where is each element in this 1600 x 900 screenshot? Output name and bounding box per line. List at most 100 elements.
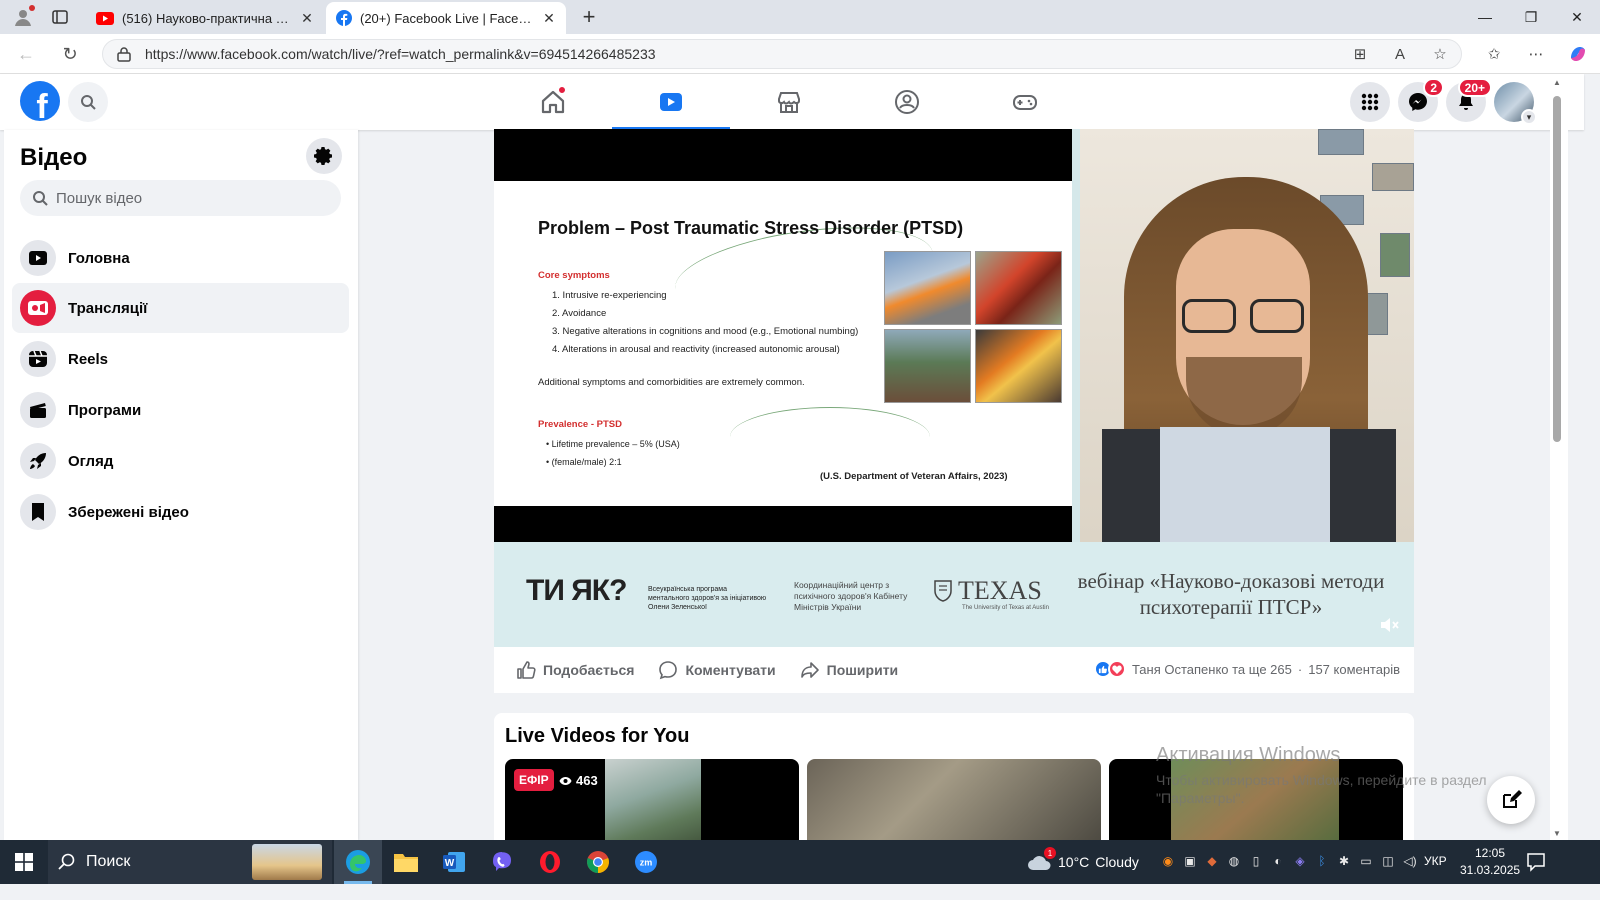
battery-icon[interactable]: ▭	[1358, 852, 1374, 870]
comments-count[interactable]: 157 коментарів	[1308, 662, 1400, 677]
taskbar-app-edge[interactable]	[334, 840, 382, 884]
taskbar-clock[interactable]: 12:05 31.03.2025	[1460, 845, 1520, 879]
video-settings-button[interactable]	[306, 138, 342, 174]
sidebar-item-label: Огляд	[68, 452, 114, 470]
notification-center-button[interactable]	[1526, 852, 1546, 872]
live-video-thumbnail[interactable]: ЕФІР 463	[505, 759, 799, 843]
sidebar-item-reels[interactable]: Reels	[12, 334, 349, 384]
taskbar-app-chrome[interactable]	[574, 840, 622, 884]
slide-additional-text: Additional symptoms and comorbidities ar…	[538, 377, 805, 388]
notifications-button[interactable]: 20+	[1446, 78, 1492, 122]
sidebar-item-explore[interactable]: Огляд	[12, 436, 349, 486]
tray-app-icon[interactable]: ◈	[1292, 852, 1308, 870]
groups-icon	[895, 90, 919, 114]
taskbar-app-viber[interactable]	[478, 840, 526, 884]
favorite-star-icon[interactable]: ☆	[1430, 44, 1450, 64]
share-button[interactable]: Поширити	[800, 660, 898, 680]
more-menu-icon[interactable]: ⋯	[1526, 44, 1546, 64]
live-video-player[interactable]: Problem – Post Traumatic Stress Disorder…	[494, 129, 1414, 647]
wall-strip	[1072, 129, 1080, 542]
clapperboard-icon	[20, 392, 56, 428]
scrollbar-thumb[interactable]	[1553, 96, 1561, 442]
minimize-button[interactable]: —	[1462, 0, 1508, 34]
taskbar-app-zoom[interactable]: zm	[622, 840, 670, 884]
browser-toolbar-extra: ✩ ⋯	[1484, 44, 1588, 64]
video-search-box[interactable]	[20, 180, 341, 216]
comment-button[interactable]: Коментувати	[658, 660, 776, 680]
page-scrollbar[interactable]: ▲ ▼	[1550, 74, 1568, 840]
tray-app-icon[interactable]: ◆	[1204, 852, 1220, 870]
svg-text:zm: zm	[640, 858, 653, 868]
tab-gaming[interactable]	[966, 74, 1084, 130]
taskbar-app-explorer[interactable]	[382, 840, 430, 884]
sidebar-item-live[interactable]: Трансляції	[12, 283, 349, 333]
taskbar-weather[interactable]: 1 10°C Cloudy	[1026, 840, 1139, 884]
tray-app-icon[interactable]: ◐	[1270, 852, 1286, 870]
scroll-down-arrow-icon[interactable]: ▼	[1553, 829, 1561, 838]
tab-home[interactable]	[494, 74, 612, 130]
taskbar-app-opera[interactable]	[526, 840, 574, 884]
read-aloud-icon[interactable]: A	[1390, 44, 1410, 64]
browser-tab-bar: (516) Науково-практична конфе ✕ (20+) Fa…	[0, 0, 1600, 34]
new-message-button[interactable]	[1487, 776, 1535, 824]
activation-title: Активация Windows	[1156, 744, 1341, 766]
favorites-icon[interactable]: ✩	[1484, 44, 1504, 64]
account-avatar[interactable]: ▾	[1494, 82, 1537, 125]
tray-app-icon[interactable]: ▯	[1248, 852, 1264, 870]
close-icon: ✕	[1571, 8, 1583, 25]
reactions-summary[interactable]: Таня Остапенко та ще 265 · 157 коментарі…	[1093, 660, 1400, 678]
tray-app-icon[interactable]: ✱	[1336, 852, 1352, 870]
new-tab-button[interactable]: +	[578, 4, 600, 29]
slide-photo-fire	[975, 329, 1062, 403]
facebook-icon	[336, 10, 352, 26]
network-icon[interactable]: ◫	[1380, 852, 1396, 870]
app-available-icon[interactable]: ⊞	[1350, 44, 1370, 64]
compose-icon	[1503, 790, 1522, 808]
messenger-button[interactable]: 2	[1398, 78, 1444, 122]
reload-button[interactable]: ↻	[56, 41, 84, 67]
sidebar-item-home[interactable]: Головна	[12, 233, 349, 283]
copilot-icon[interactable]	[1568, 44, 1588, 64]
volume-icon[interactable]: ◁)	[1402, 852, 1418, 870]
browser-tab-facebook[interactable]: (20+) Facebook Live | Facebook ✕	[326, 2, 566, 34]
url-field[interactable]: https://www.facebook.com/watch/live/?ref…	[102, 39, 1462, 69]
tab-video[interactable]	[612, 74, 730, 130]
like-button[interactable]: Подобається	[516, 660, 634, 680]
url-text: https://www.facebook.com/watch/live/?ref…	[145, 46, 656, 62]
sidebar-item-label: Головна	[68, 249, 130, 267]
menu-button[interactable]	[1350, 82, 1390, 122]
start-button[interactable]	[0, 840, 48, 884]
browser-tab-youtube[interactable]: (516) Науково-практична конфе ✕	[86, 2, 324, 34]
facebook-logo[interactable]: f	[20, 81, 60, 121]
back-button[interactable]: ←	[12, 41, 40, 67]
tab-close-icon[interactable]: ✕	[300, 10, 314, 26]
bluetooth-icon[interactable]: ᛒ	[1314, 852, 1330, 870]
video-search-input[interactable]	[56, 189, 316, 207]
rocket-icon	[20, 443, 56, 479]
texas-subtitle: The University of Texas at Austin	[962, 605, 1049, 611]
tray-app-icon[interactable]: ▣	[1182, 852, 1198, 870]
taskbar-app-word[interactable]: W	[430, 840, 478, 884]
mute-button[interactable]	[1378, 614, 1400, 636]
viewer-count: 463	[559, 773, 598, 788]
close-window-button[interactable]: ✕	[1554, 0, 1600, 34]
facebook-search-button[interactable]	[68, 82, 108, 122]
tray-app-icon[interactable]: ◉	[1160, 852, 1176, 870]
tab-actions-button[interactable]	[48, 6, 72, 28]
sidebar-item-saved[interactable]: Збережені відео	[12, 487, 349, 537]
tab-marketplace[interactable]	[730, 74, 848, 130]
input-language[interactable]: УКР	[1424, 854, 1447, 868]
sidebar-item-shows[interactable]: Програми	[12, 385, 349, 435]
sidebar-title: Відео	[20, 144, 88, 171]
restore-button[interactable]: ❐	[1508, 0, 1554, 34]
live-video-thumbnail[interactable]	[807, 759, 1101, 843]
tab-close-icon[interactable]: ✕	[542, 10, 556, 26]
slide-decoration	[730, 407, 930, 467]
scroll-up-arrow-icon[interactable]: ▲	[1553, 78, 1561, 87]
profile-alert-dot	[29, 5, 35, 11]
tray-app-icon[interactable]: ◍	[1226, 852, 1242, 870]
sidebar-item-label: Трансляції	[68, 299, 148, 317]
tab-groups[interactable]	[848, 74, 966, 130]
taskbar-search[interactable]: Поиск	[48, 840, 332, 884]
browser-profile-button[interactable]	[10, 5, 36, 29]
